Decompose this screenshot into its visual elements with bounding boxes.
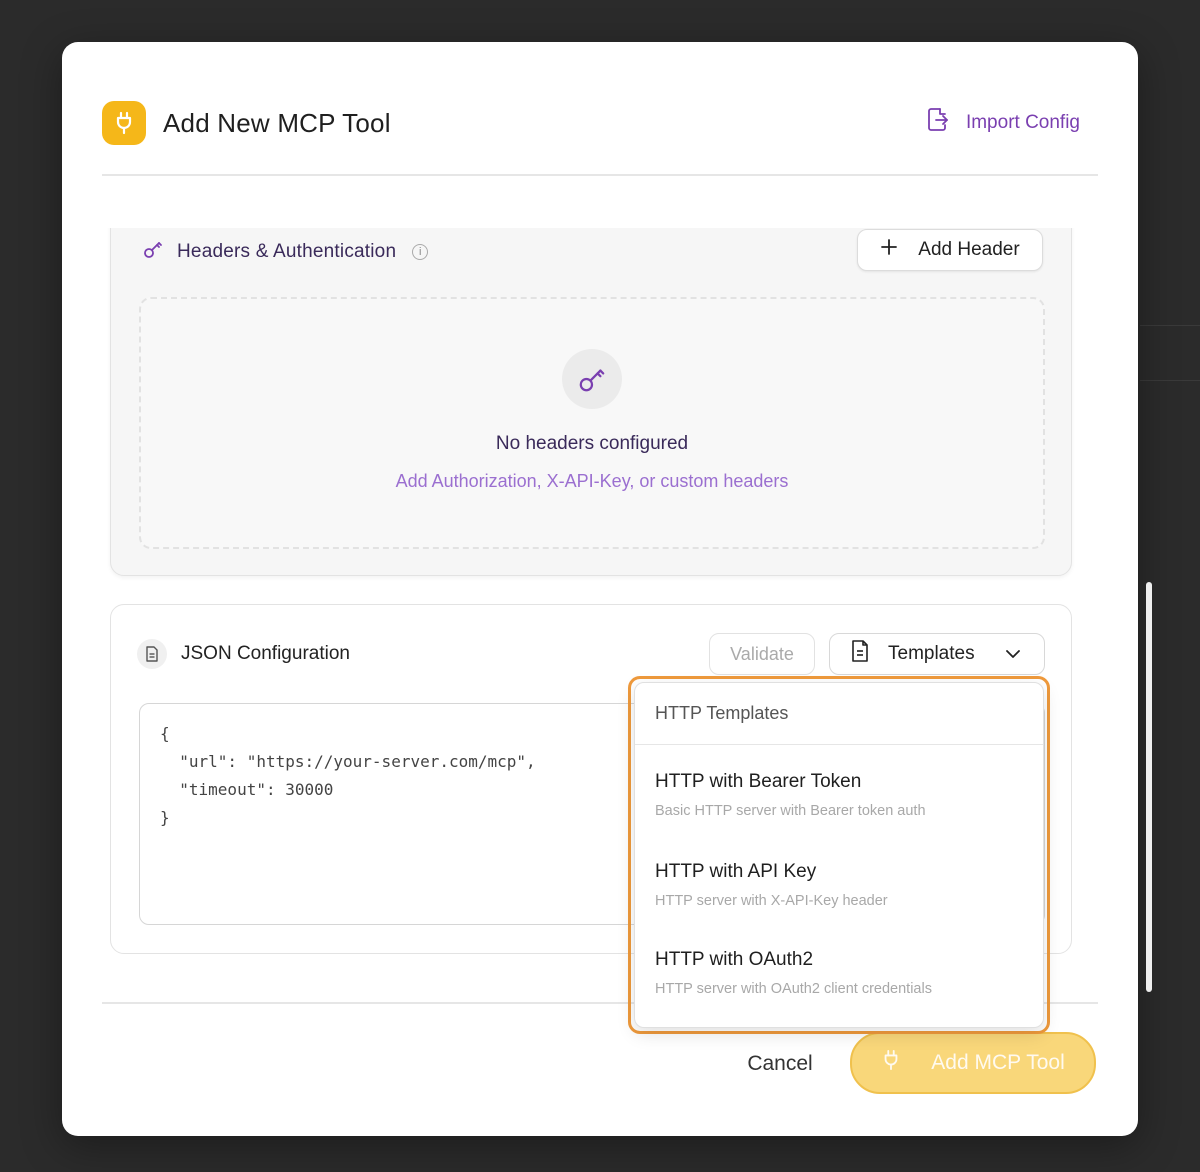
templates-dropdown-button[interactable]: Templates	[829, 633, 1045, 675]
plug-icon	[102, 101, 146, 145]
add-header-label: Add Header	[918, 239, 1020, 260]
template-item-title: HTTP with API Key	[655, 861, 817, 882]
modal-title: Add New MCP Tool	[163, 107, 391, 138]
template-item-api-key[interactable]: HTTP with API Key HTTP server with X-API…	[655, 861, 1033, 909]
import-config-label: Import Config	[965, 112, 1080, 133]
chevron-down-icon	[1005, 643, 1021, 665]
template-item-bearer-token[interactable]: HTTP with Bearer Token Basic HTTP server…	[655, 771, 1033, 819]
dropdown-group-header: HTTP Templates	[635, 683, 1043, 745]
headers-section-title: Headers & Authentication	[177, 240, 397, 262]
templates-dropdown-menu: HTTP Templates HTTP with Bearer Token Ba…	[634, 682, 1044, 1028]
background-line	[1140, 325, 1200, 326]
key-icon	[143, 239, 163, 264]
empty-state-subtitle: Add Authorization, X-API-Key, or custom …	[395, 471, 789, 491]
json-title-row: JSON Configuration	[137, 639, 350, 669]
empty-state-title: No headers configured	[495, 433, 689, 454]
modal-header: Add New MCP Tool Import Config	[102, 98, 1098, 148]
import-file-icon	[926, 107, 950, 139]
cancel-button[interactable]: Cancel	[720, 1044, 840, 1084]
headers-empty-state: No headers configured Add Authorization,…	[139, 297, 1045, 549]
add-mcp-tool-label: Add MCP Tool	[931, 1051, 1065, 1074]
headers-title-row: Headers & Authentication i	[143, 239, 429, 264]
template-item-subtitle: Basic HTTP server with Bearer token auth	[655, 803, 926, 819]
template-item-title: HTTP with OAuth2	[655, 949, 814, 970]
template-item-oauth2[interactable]: HTTP with OAuth2 HTTP server with OAuth2…	[655, 949, 1033, 997]
scrollbar[interactable]	[1146, 582, 1152, 992]
key-icon	[562, 349, 622, 409]
template-item-subtitle: HTTP server with OAuth2 client credentia…	[655, 981, 932, 997]
background-line	[1140, 380, 1200, 381]
headers-auth-card: Headers & Authentication i Add Header No…	[110, 228, 1072, 576]
templates-label: Templates	[888, 643, 975, 664]
header-divider	[102, 174, 1098, 176]
template-item-subtitle: HTTP server with X-API-Key header	[655, 893, 888, 909]
add-header-button[interactable]: Add Header	[857, 229, 1043, 271]
document-icon	[137, 639, 167, 669]
plug-icon	[881, 1048, 901, 1078]
add-mcp-tool-button[interactable]: Add MCP Tool	[850, 1032, 1096, 1094]
plus-icon	[880, 238, 898, 262]
document-icon	[850, 639, 870, 669]
template-item-title: HTTP with Bearer Token	[655, 771, 862, 792]
info-icon[interactable]: i	[412, 243, 429, 260]
json-section-title: JSON Configuration	[181, 643, 350, 664]
validate-button[interactable]: Validate	[709, 633, 815, 675]
import-config-button[interactable]: Import Config	[926, 107, 1098, 139]
